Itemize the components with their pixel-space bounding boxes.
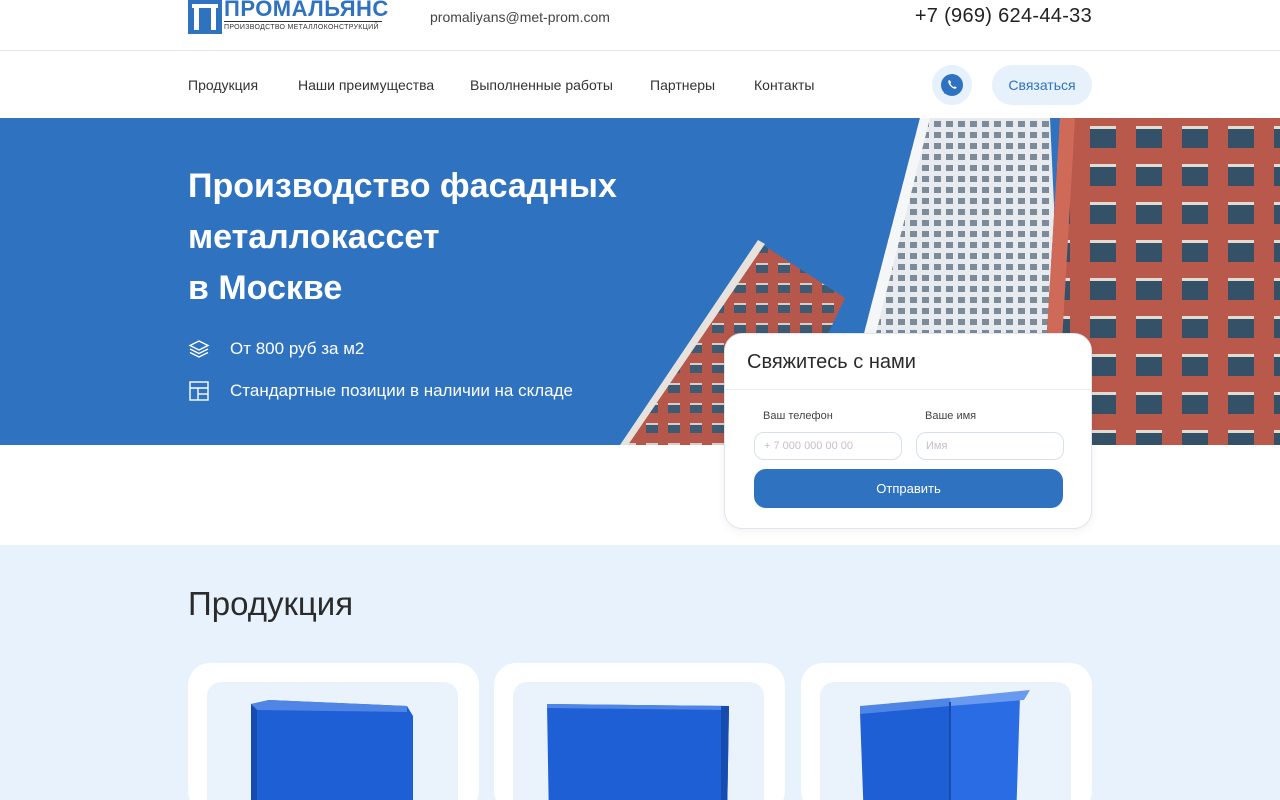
product-card[interactable] [494,663,785,800]
hero-title-line: в Москве [188,269,343,307]
submit-button[interactable]: Отправить [754,469,1063,508]
product-image [207,682,458,800]
nav-item-products[interactable]: Продукция [188,77,258,93]
nav-item-partners[interactable]: Партнеры [650,77,715,93]
products-title: Продукция [188,585,354,622]
hero-title: Производство фасадных металлокассет в Мо… [188,161,648,314]
nav-item-completed-works[interactable]: Выполненные работы [470,77,613,93]
contact-button[interactable]: Связаться [992,65,1092,105]
header-email-link[interactable]: promaliyans@met-prom.com [430,9,610,25]
products-section: Продукция [0,545,1280,800]
hero-title-line: металлокассет [188,218,440,256]
main-nav: Продукция Наши преимущества Выполненные … [0,51,1280,118]
form-title: Свяжитесь с нами [747,351,916,373]
hero-feature-text: От 800 руб за м2 [230,339,365,358]
name-input[interactable] [916,432,1064,460]
phone-input[interactable] [754,432,902,460]
logo-subtitle: ПРОИЗВОДСТВО МЕТАЛЛОКОНСТРУКЦИЙ [224,24,379,31]
name-label: Ваше имя [925,410,977,422]
nav-item-contacts[interactable]: Контакты [754,77,814,93]
product-card[interactable] [801,663,1092,800]
logo[interactable]: ПРОМАЛЬЯНС ПРОИЗВОДСТВО МЕТАЛЛОКОНСТРУКЦ… [188,0,388,36]
product-image [513,682,764,800]
product-image [820,682,1071,800]
nav-item-advantages[interactable]: Наши преимущества [298,77,434,93]
logo-mark-icon [188,0,222,34]
layers-icon [188,338,210,360]
top-bar: ПРОМАЛЬЯНС ПРОИЗВОДСТВО МЕТАЛЛОКОНСТРУКЦ… [0,0,1280,51]
contact-form-card: Свяжитесь с нами Ваш телефон Ваше имя От… [724,333,1092,529]
hero-title-line: Производство фасадных [188,167,617,205]
phone-label: Ваш телефон [763,410,833,422]
logo-name: ПРОМАЛЬЯНС [224,0,389,21]
layout-icon [188,380,210,402]
product-card[interactable] [188,663,479,800]
header-phone-link[interactable]: +7 (969) 624-44-33 [915,5,1092,28]
hero-feature-stock: Стандартные позиции в наличии на складе [188,380,573,402]
form-divider [725,389,1091,390]
hero-feature-price: От 800 руб за м2 [188,338,364,360]
whatsapp-icon [941,74,963,96]
logo-divider [224,21,382,22]
whatsapp-button[interactable] [932,65,972,105]
hero-feature-text: Стандартные позиции в наличии на складе [230,381,573,400]
